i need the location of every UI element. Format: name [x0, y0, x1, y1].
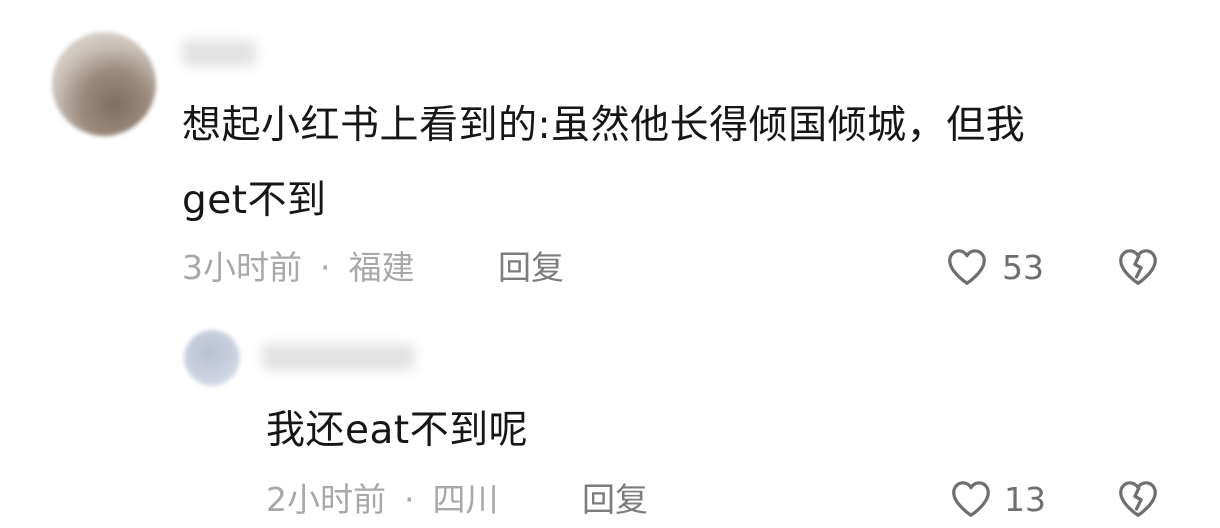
comment-text: get不到	[182, 178, 327, 223]
comment-meta: 2小时前 · 四川	[266, 478, 499, 522]
location: 四川	[432, 480, 499, 519]
timestamp: 2小时前	[266, 480, 386, 519]
heart-outline-icon[interactable]	[948, 476, 994, 522]
like-count: 13	[1004, 480, 1046, 519]
like-count: 53	[1002, 248, 1044, 287]
comment-text: 我还eat不到呢	[266, 408, 529, 453]
reply-button[interactable]: 回复	[582, 478, 648, 522]
timestamp: 3小时前	[182, 248, 302, 287]
username[interactable]	[182, 40, 256, 66]
comment-meta: 3小时前 · 福建	[182, 246, 415, 290]
heart-outline-icon[interactable]	[944, 244, 990, 290]
avatar[interactable]	[52, 32, 156, 136]
username[interactable]	[262, 344, 414, 370]
comment-text: 想起小红书上看到的:虽然他长得倾国倾城，但我	[182, 103, 1026, 148]
broken-heart-icon[interactable]	[1114, 476, 1162, 522]
location: 福建	[348, 248, 415, 287]
separator: ·	[404, 480, 415, 519]
reply-button[interactable]: 回复	[498, 246, 564, 290]
broken-heart-icon[interactable]	[1114, 244, 1162, 290]
avatar[interactable]	[184, 330, 240, 386]
separator: ·	[320, 248, 331, 287]
